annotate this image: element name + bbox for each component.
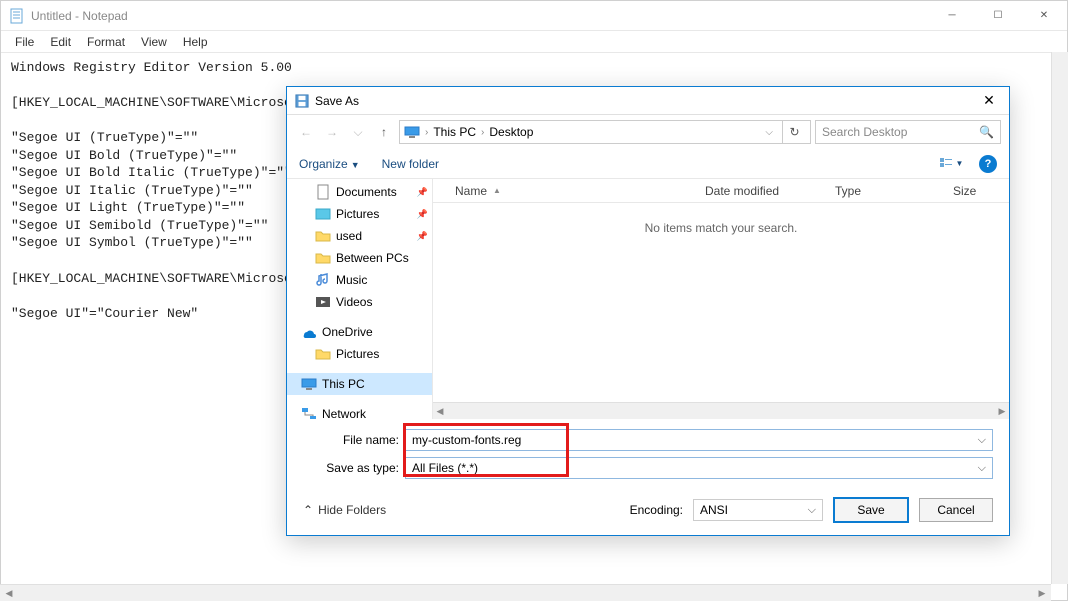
cancel-button[interactable]: Cancel xyxy=(919,498,993,522)
empty-message: No items match your search. xyxy=(433,203,1009,402)
dropdown-caret-icon: ▼ xyxy=(351,160,360,170)
tree-item-network[interactable]: Network xyxy=(287,403,432,419)
vertical-scrollbar[interactable] xyxy=(1051,52,1068,584)
file-list-header: Name▲ Date modified Type Size xyxy=(433,179,1009,203)
scroll-right-icon[interactable]: ▶ xyxy=(1035,586,1049,600)
view-options-button[interactable]: ▼ xyxy=(929,153,973,175)
encoding-label: Encoding: xyxy=(630,503,683,517)
nav-back-icon[interactable]: ← xyxy=(295,121,317,143)
pin-icon: 📌 xyxy=(417,231,428,242)
breadcrumb-folder[interactable]: Desktop xyxy=(489,125,533,139)
refresh-icon[interactable]: ↻ xyxy=(782,120,806,144)
menu-help[interactable]: Help xyxy=(175,33,216,51)
search-input[interactable]: Search Desktop 🔍 xyxy=(815,120,1001,144)
dialog-title: Save As xyxy=(315,94,969,108)
file-list-hscroll[interactable]: ◀ ▶ xyxy=(433,402,1009,419)
file-list: Name▲ Date modified Type Size No items m… xyxy=(433,179,1009,419)
video-icon xyxy=(315,294,331,310)
thispc-icon xyxy=(301,376,317,392)
document-icon xyxy=(315,184,331,200)
tree-item-videos[interactable]: Videos xyxy=(287,291,432,313)
window-title: Untitled - Notepad xyxy=(31,9,929,23)
close-button[interactable]: ✕ xyxy=(1021,1,1067,31)
minimize-button[interactable]: ─ xyxy=(929,1,975,31)
onedrive-icon xyxy=(301,324,317,340)
tree-item-documents[interactable]: Documents📌 xyxy=(287,181,432,203)
breadcrumb-dropdown-icon[interactable]: ⌵ xyxy=(762,127,776,138)
navigation-bar: ← → ⌵ ↑ › This PC › Desktop ⌵ ↻ Search D… xyxy=(287,115,1009,149)
breadcrumb-root[interactable]: This PC xyxy=(433,125,476,139)
menu-bar: File Edit Format View Help xyxy=(1,31,1067,53)
organize-button[interactable]: Organize▼ xyxy=(299,157,360,171)
tree-item-used[interactable]: used📌 xyxy=(287,225,432,247)
save-button[interactable]: Save xyxy=(833,497,909,523)
tree-item-music[interactable]: Music xyxy=(287,269,432,291)
menu-view[interactable]: View xyxy=(133,33,175,51)
maximize-button[interactable]: ☐ xyxy=(975,1,1021,31)
scroll-left-icon[interactable]: ◀ xyxy=(433,406,447,417)
menu-file[interactable]: File xyxy=(7,33,42,51)
tree-item-onedrive[interactable]: OneDrive xyxy=(287,321,432,343)
hide-folders-button[interactable]: ⌃Hide Folders xyxy=(303,503,386,517)
pin-icon: 📌 xyxy=(417,209,428,220)
nav-up-icon[interactable]: ↑ xyxy=(373,121,395,143)
horizontal-scrollbar[interactable]: ◀ ▶ xyxy=(0,584,1051,601)
nav-recent-icon[interactable]: ⌵ xyxy=(347,121,369,143)
tree-item-between[interactable]: Between PCs xyxy=(287,247,432,269)
folder-icon xyxy=(315,250,331,266)
save-icon xyxy=(295,94,309,108)
dialog-toolbar: Organize▼ New folder ▼ ? xyxy=(287,149,1009,179)
dialog-footer: ⌃Hide Folders Encoding: ANSI Save Cancel xyxy=(287,493,1009,535)
scroll-left-icon[interactable]: ◀ xyxy=(2,586,16,600)
new-folder-button[interactable]: New folder xyxy=(382,157,439,171)
thispc-icon xyxy=(404,124,420,140)
savetype-select[interactable]: All Files (*.*) xyxy=(405,457,993,479)
folder-icon xyxy=(315,228,331,244)
sort-asc-icon: ▲ xyxy=(493,186,501,195)
dialog-title-bar: Save As ✕ xyxy=(287,87,1009,115)
music-icon xyxy=(315,272,331,288)
tree-item-od-pictures[interactable]: Pictures xyxy=(287,343,432,365)
search-icon: 🔍 xyxy=(979,125,994,139)
view-icon xyxy=(939,157,953,171)
column-name[interactable]: Name▲ xyxy=(447,184,697,198)
dialog-close-button[interactable]: ✕ xyxy=(969,87,1009,115)
filename-input[interactable]: my-custom-fonts.reg xyxy=(405,429,993,451)
search-placeholder: Search Desktop xyxy=(822,125,907,139)
help-button[interactable]: ? xyxy=(979,155,997,173)
menu-edit[interactable]: Edit xyxy=(42,33,79,51)
folder-tree[interactable]: Documents📌 Pictures📌 used📌 Between PCs M… xyxy=(287,179,433,419)
chevron-up-icon: ⌃ xyxy=(303,503,313,517)
breadcrumb[interactable]: › This PC › Desktop ⌵ ↻ xyxy=(399,120,811,144)
nav-forward-icon[interactable]: → xyxy=(321,121,343,143)
column-type[interactable]: Type xyxy=(827,184,945,198)
dialog-form: File name: my-custom-fonts.reg Save as t… xyxy=(287,419,1009,493)
pictures-icon xyxy=(315,206,331,222)
scroll-right-icon[interactable]: ▶ xyxy=(995,406,1009,417)
title-bar: Untitled - Notepad ─ ☐ ✕ xyxy=(1,1,1067,31)
filename-label: File name: xyxy=(303,433,405,447)
notepad-icon xyxy=(9,8,25,24)
dialog-body: Documents📌 Pictures📌 used📌 Between PCs M… xyxy=(287,179,1009,419)
pin-icon: 📌 xyxy=(417,187,428,198)
encoding-select[interactable]: ANSI xyxy=(693,499,823,521)
menu-format[interactable]: Format xyxy=(79,33,133,51)
folder-icon xyxy=(315,346,331,362)
network-icon xyxy=(301,406,317,419)
column-date[interactable]: Date modified xyxy=(697,184,827,198)
tree-item-pictures[interactable]: Pictures📌 xyxy=(287,203,432,225)
column-size[interactable]: Size xyxy=(945,184,1005,198)
tree-item-thispc[interactable]: This PC xyxy=(287,373,432,395)
savetype-label: Save as type: xyxy=(303,461,405,475)
save-as-dialog: Save As ✕ ← → ⌵ ↑ › This PC › Desktop ⌵ … xyxy=(286,86,1010,536)
